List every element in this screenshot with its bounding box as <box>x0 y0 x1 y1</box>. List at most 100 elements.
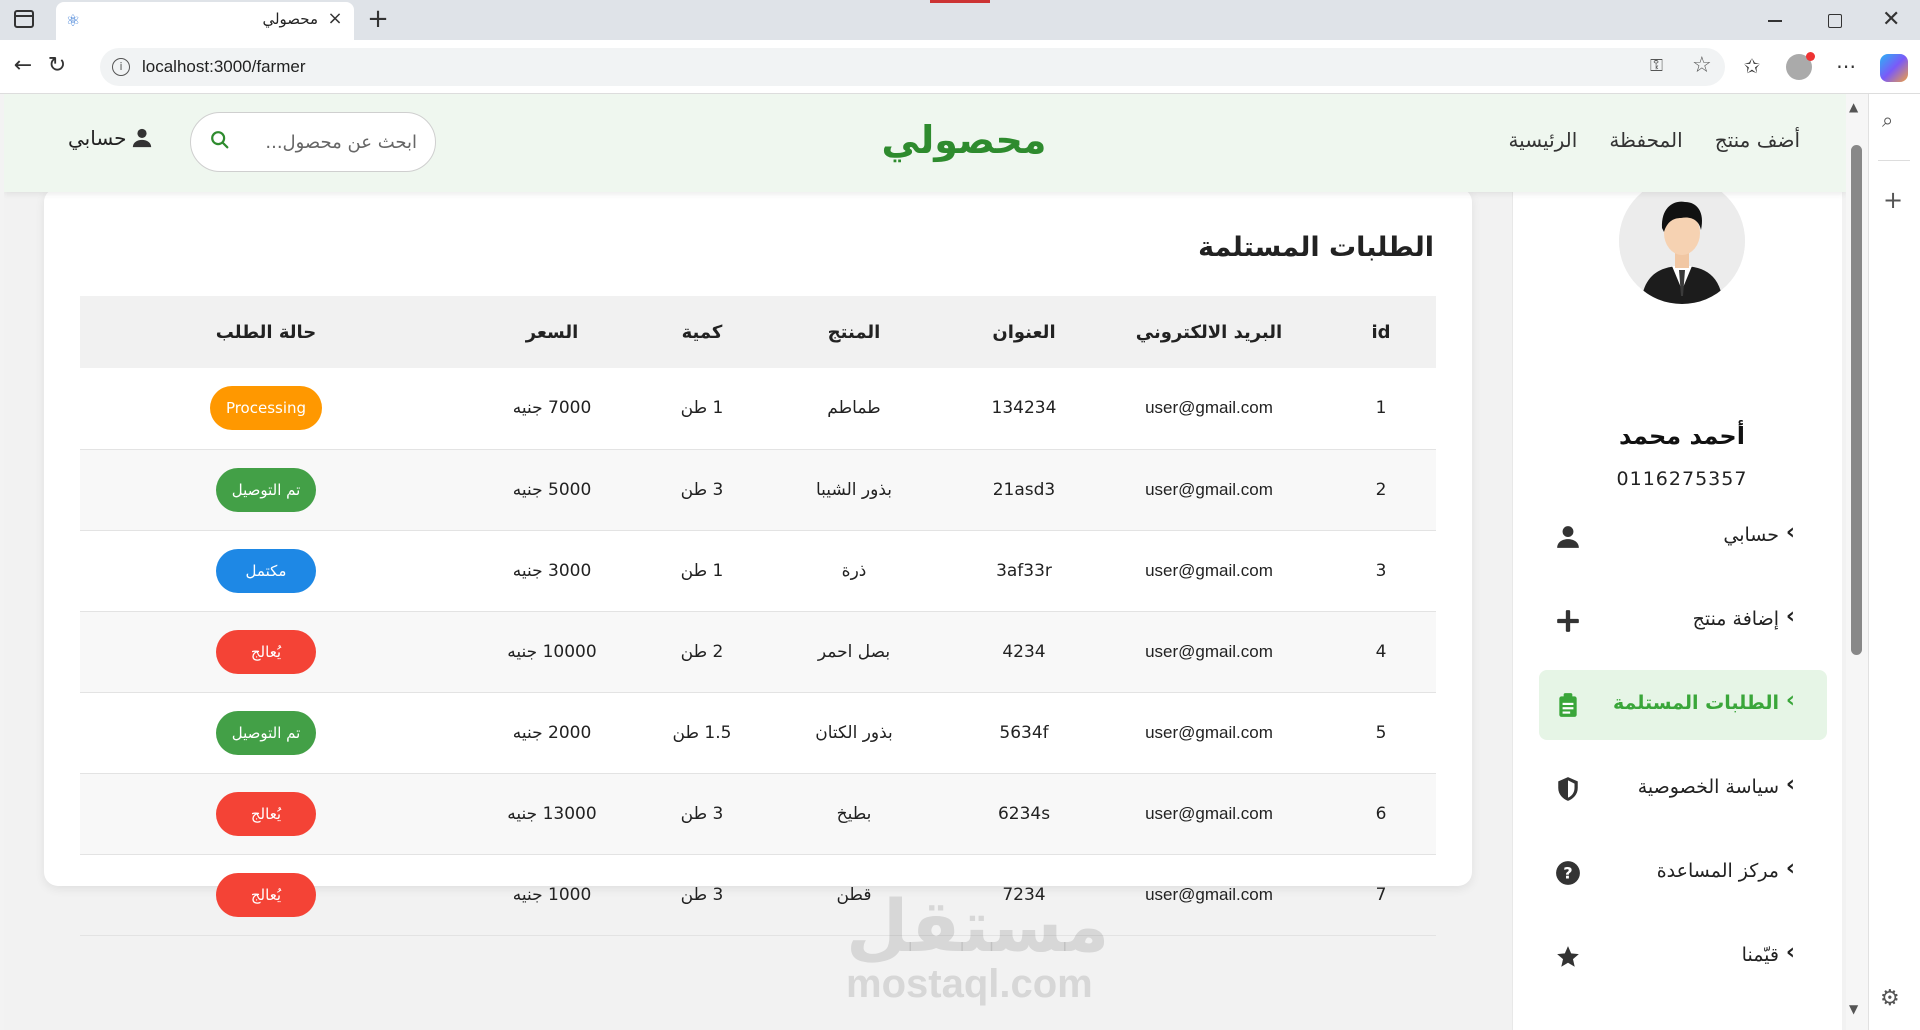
cell-address: 6234s <box>956 773 1092 855</box>
sidebar-item-label: الطلبات المستلمة <box>1613 692 1779 714</box>
cell-address: 21asd3 <box>956 449 1092 531</box>
cell-status: تم التوصيل <box>80 692 452 774</box>
favorites-icon[interactable]: ✩ <box>1738 52 1766 80</box>
status-badge[interactable]: يُعالج <box>216 629 316 674</box>
table-row: 3 user@gmail.com 3af33r ذرة 1 طن 3000 جنيه مكت… <box>80 530 1436 612</box>
search-icon[interactable] <box>209 129 231 151</box>
nav-wallet[interactable]: المحفظة <box>1609 128 1682 152</box>
copilot-icon[interactable] <box>1880 54 1908 82</box>
scroll-up-icon[interactable]: ▲ <box>1849 100 1858 114</box>
url-text[interactable]: localhost:3000/farmer <box>142 57 305 77</box>
tab-actions-icon[interactable] <box>14 10 34 28</box>
sidebar-item-help-center[interactable]: مركز المساعدة ‹ ? <box>1539 838 1827 908</box>
password-key-icon[interactable]: ⚿ <box>1650 56 1663 76</box>
profile-sidebar: أحمد محمد 0116275357 حسابي ‹ إضافة منتج … <box>1512 178 1842 1030</box>
column-header-address: العنوان <box>956 296 1092 368</box>
cell-id: 3 <box>1326 530 1436 612</box>
tab-accent-bar <box>930 0 990 3</box>
sidebar-item-label: سياسة الخصوصية <box>1637 776 1779 798</box>
scroll-down-icon[interactable]: ▼ <box>1849 1002 1858 1016</box>
cell-price: 3000 جنيه <box>452 530 652 612</box>
new-tab-icon[interactable]: + <box>366 6 390 32</box>
sidebar-settings-icon[interactable]: ⚙ <box>1880 986 1900 1011</box>
nav-home[interactable]: الرئيسية <box>1508 128 1577 152</box>
table-row: 1 user@gmail.com 134234 طماطم 1 طن 7000 جنيه P… <box>80 368 1436 450</box>
sidebar-item-privacy[interactable]: سياسة الخصوصية ‹ <box>1539 754 1827 824</box>
cell-quantity: 1.5 طن <box>652 692 752 774</box>
shield-icon <box>1558 777 1578 801</box>
clipboard-icon <box>1559 693 1577 717</box>
cell-status: يُعالج <box>80 854 452 936</box>
table-row: 7 user@gmail.com 7234 قطن 3 طن 1000 جنيه يُعال… <box>80 854 1436 936</box>
chevron-left-icon: ‹ <box>1785 520 1795 545</box>
cell-id: 1 <box>1326 368 1436 450</box>
orders-table: id البريد الالكتروني العنوان المنتج كمية… <box>80 296 1436 936</box>
chevron-left-icon: ‹ <box>1785 856 1795 881</box>
column-header-id: id <box>1326 296 1436 368</box>
star-icon <box>1557 946 1579 967</box>
cell-id: 2 <box>1326 449 1436 531</box>
status-badge[interactable]: مكتمل <box>216 548 316 593</box>
scrollbar-thumb[interactable] <box>1851 145 1862 655</box>
cell-email: user@gmail.com <box>1092 368 1326 450</box>
user-icon <box>1557 526 1579 548</box>
status-badge[interactable]: يُعالج <box>216 872 316 917</box>
site-info-icon[interactable]: i <box>112 58 130 76</box>
search-input[interactable] <box>247 128 417 156</box>
cell-product: بذور الكتان <box>752 692 956 774</box>
chevron-left-icon: ‹ <box>1785 940 1795 965</box>
minimize-icon[interactable] <box>1768 20 1782 22</box>
reload-icon[interactable]: ↻ <box>44 53 70 79</box>
address-bar[interactable]: i localhost:3000/farmer ⚿ ☆ <box>100 48 1725 86</box>
cell-email: user@gmail.com <box>1092 692 1326 774</box>
sidebar-item-received-orders[interactable]: الطلبات المستلمة ‹ <box>1539 670 1827 740</box>
more-menu-icon[interactable]: ⋯ <box>1832 52 1860 80</box>
favorite-star-icon[interactable]: ☆ <box>1692 53 1712 78</box>
header-account-link[interactable]: حسابي <box>68 126 153 150</box>
maximize-icon[interactable] <box>1828 14 1842 28</box>
cell-price: 13000 جنيه <box>452 773 652 855</box>
profile-name: أحمد محمد <box>1619 422 1745 450</box>
table-row: 6 user@gmail.com 6234s بطيخ 3 طن 13000 جنيه يُ… <box>80 773 1436 855</box>
sidebar-item-rate-us[interactable]: قيّمنا ‹ <box>1539 922 1827 992</box>
cell-product: ذرة <box>752 530 956 612</box>
status-badge[interactable]: يُعالج <box>216 791 316 836</box>
cell-product: بطيخ <box>752 773 956 855</box>
nav-add-product[interactable]: أضف منتج <box>1715 128 1800 152</box>
cell-address: 4234 <box>956 611 1092 693</box>
cell-price: 1000 جنيه <box>452 854 652 936</box>
cell-address: 5634f <box>956 692 1092 774</box>
cell-status: Processing <box>80 368 452 450</box>
tab-close-icon[interactable]: × <box>326 9 344 29</box>
sidebar-item-label: إضافة منتج <box>1692 608 1779 630</box>
plus-icon <box>1557 610 1579 632</box>
cell-status: يُعالج <box>80 611 452 693</box>
cell-status: يُعالج <box>80 773 452 855</box>
chevron-left-icon: ‹ <box>1785 772 1795 797</box>
cell-product: بذور الشيبا <box>752 449 956 531</box>
cell-id: 6 <box>1326 773 1436 855</box>
status-badge[interactable]: Processing <box>209 386 323 431</box>
sidebar-item-account[interactable]: حسابي ‹ <box>1539 502 1827 572</box>
back-icon[interactable]: ← <box>10 53 36 79</box>
status-badge[interactable]: تم التوصيل <box>215 467 317 512</box>
cell-quantity: 1 طن <box>652 368 752 450</box>
address-toolbar: ← ↻ i localhost:3000/farmer ⚿ ☆ ✩ ⋯ <box>0 40 1920 94</box>
cell-status: مكتمل <box>80 530 452 612</box>
column-header-email: البريد الالكتروني <box>1092 296 1326 368</box>
sidebar-item-add-product[interactable]: إضافة منتج ‹ <box>1539 586 1827 656</box>
page-viewport: الرئيسية المحفظة أضف منتج محصولي حسابي ا… <box>4 94 1846 1030</box>
cell-email: user@gmail.com <box>1092 611 1326 693</box>
cell-email: user@gmail.com <box>1092 530 1326 612</box>
table-row: 4 user@gmail.com 4234 بصل احمر 2 طن 10000 جني… <box>80 611 1436 693</box>
tab-title: محصولي <box>262 10 318 28</box>
status-badge[interactable]: تم التوصيل <box>215 710 317 755</box>
table-header-row: id البريد الالكتروني العنوان المنتج كمية… <box>80 296 1436 368</box>
chevron-left-icon: ‹ <box>1785 604 1795 629</box>
farmer-avatar-icon <box>1619 178 1745 304</box>
site-logo[interactable]: محصولي <box>854 118 1074 162</box>
sidebar-add-icon[interactable]: + <box>1883 186 1903 214</box>
window-close-icon[interactable]: ✕ <box>1882 7 1900 32</box>
sidebar-search-icon[interactable]: ⌕ <box>1882 108 1893 132</box>
cell-address: 134234 <box>956 368 1092 450</box>
